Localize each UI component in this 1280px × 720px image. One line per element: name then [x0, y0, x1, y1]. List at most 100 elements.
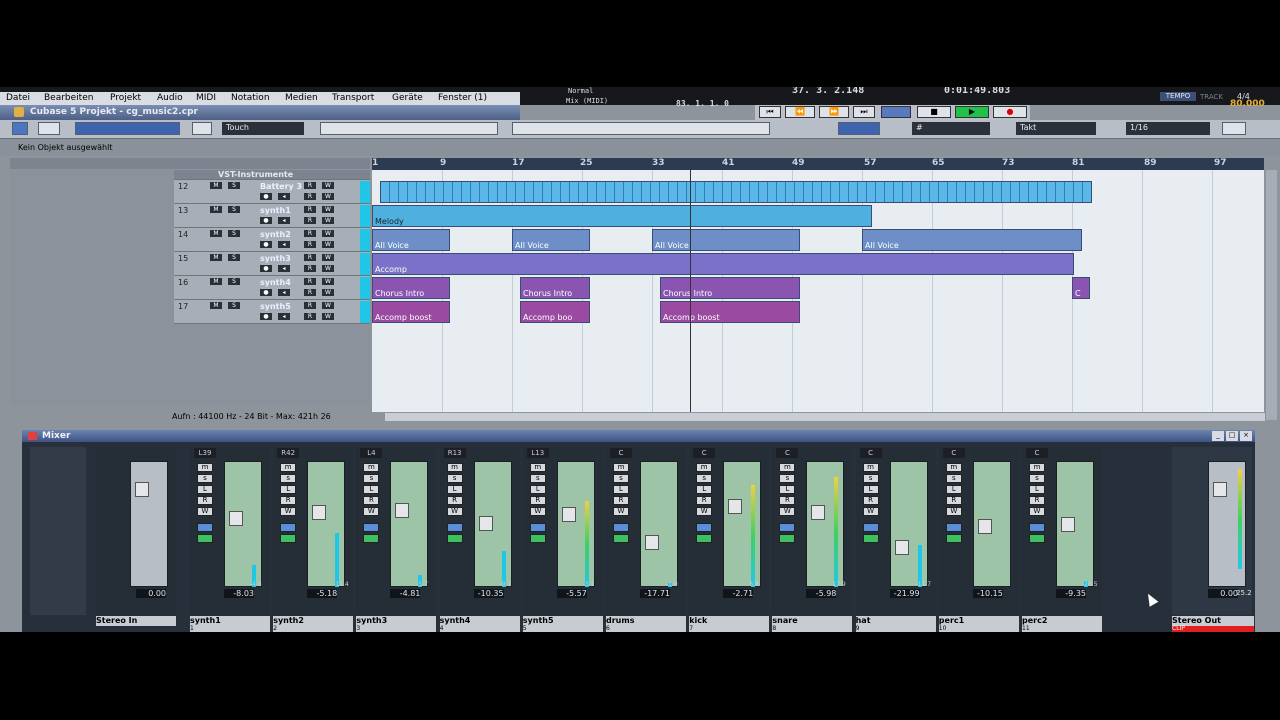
channel-button-r[interactable]: R: [197, 496, 213, 505]
input-fader[interactable]: [135, 482, 149, 497]
channel-button-l[interactable]: L: [280, 485, 297, 494]
track-button[interactable]: ●: [260, 241, 272, 248]
fader-track[interactable]: [390, 461, 429, 587]
track-button[interactable]: ●: [260, 313, 272, 320]
volume-value[interactable]: -10.35: [473, 589, 504, 598]
constrain-delay-button[interactable]: [38, 122, 60, 135]
grid-options-button[interactable]: [1222, 122, 1246, 135]
pan-readout[interactable]: R42: [277, 448, 300, 458]
input-fader-track[interactable]: [130, 461, 168, 587]
track-button[interactable]: R: [304, 206, 316, 213]
channel-button-l[interactable]: L: [363, 485, 380, 494]
menu-midi[interactable]: MIDI: [196, 93, 216, 103]
volume-value[interactable]: -2.71: [723, 589, 754, 598]
all-voice-part[interactable]: All Voice: [512, 229, 590, 251]
pan-readout[interactable]: L13: [526, 448, 549, 458]
channel-button-w[interactable]: W: [529, 507, 546, 516]
channel-button-r[interactable]: R: [613, 496, 629, 505]
fader-track[interactable]: [556, 461, 595, 587]
channel-button-m[interactable]: m: [862, 463, 879, 472]
fader-track[interactable]: [307, 461, 346, 587]
mix-mode[interactable]: Mix (MIDI): [566, 97, 608, 105]
volume-fader[interactable]: [478, 516, 493, 531]
menu-notation[interactable]: Notation: [231, 93, 270, 103]
record-button[interactable]: ●: [993, 106, 1027, 118]
channel-button-m[interactable]: m: [197, 463, 213, 472]
send-button[interactable]: [862, 534, 879, 543]
channel-button-s[interactable]: s: [529, 474, 546, 483]
track-button[interactable]: S: [228, 206, 240, 213]
volume-fader[interactable]: [561, 507, 576, 522]
accomp-boost-part[interactable]: Accomp boost: [660, 301, 800, 323]
fader-track[interactable]: [224, 461, 262, 587]
tempo-button[interactable]: TEMPO: [1160, 92, 1196, 101]
channel-name[interactable]: synth3: [356, 616, 437, 626]
channel-name[interactable]: snare: [772, 616, 853, 626]
track-button[interactable]: W: [322, 278, 334, 285]
track-row[interactable]: 13 synth1 M S ● ◂ R W R W: [174, 204, 370, 228]
channel-button-l[interactable]: L: [1029, 485, 1045, 494]
snap-type-select[interactable]: Takt: [1016, 122, 1096, 135]
maximize-icon[interactable]: □: [1226, 431, 1238, 441]
channel-button-r[interactable]: R: [945, 496, 962, 505]
channel-button-w[interactable]: W: [613, 507, 629, 516]
volume-fader[interactable]: [229, 511, 243, 526]
track-button[interactable]: R: [304, 182, 316, 189]
insert-button[interactable]: [446, 523, 463, 532]
channel-button-m[interactable]: m: [696, 463, 713, 472]
track-button[interactable]: S: [228, 302, 240, 309]
stop-button[interactable]: ■: [917, 106, 951, 118]
channel-button-m[interactable]: m: [529, 463, 546, 472]
track-button[interactable]: S: [228, 182, 240, 189]
send-button[interactable]: [529, 534, 546, 543]
track-button[interactable]: W: [322, 206, 334, 213]
channel-name[interactable]: perc2: [1022, 616, 1102, 626]
accomp-boost-part[interactable]: Accomp boost: [372, 301, 450, 323]
send-button[interactable]: [280, 534, 297, 543]
volume-fader[interactable]: [977, 519, 992, 534]
volume-value[interactable]: -10.15: [972, 589, 1003, 598]
channel-button-m[interactable]: m: [446, 463, 463, 472]
track-row[interactable]: 17 synth5 M S ● ◂ R W R W: [174, 300, 370, 324]
channel-button-w[interactable]: W: [446, 507, 463, 516]
channel-button-s[interactable]: s: [613, 474, 629, 483]
fader-track[interactable]: [1056, 461, 1094, 587]
track-button[interactable]: ●: [260, 217, 272, 224]
channel-button-m[interactable]: m: [1029, 463, 1045, 472]
channel-button-s[interactable]: s: [1029, 474, 1045, 483]
insert-button[interactable]: [280, 523, 297, 532]
track-button[interactable]: ◂: [278, 289, 290, 296]
channel-name[interactable]: perc1: [938, 616, 1019, 626]
channel-button-s[interactable]: s: [862, 474, 879, 483]
drum-part[interactable]: [380, 181, 1092, 203]
channel-button-s[interactable]: s: [363, 474, 380, 483]
volume-value[interactable]: -21.99: [889, 589, 920, 598]
channel-button-w[interactable]: W: [779, 507, 796, 516]
menu-bearbeiten[interactable]: Bearbeiten: [44, 93, 93, 103]
channel-name[interactable]: synth4: [439, 616, 520, 626]
channel-button-w[interactable]: W: [696, 507, 713, 516]
channel-button-r[interactable]: R: [1029, 496, 1045, 505]
send-button[interactable]: [363, 534, 380, 543]
send-button[interactable]: [1029, 534, 1045, 543]
fader-track[interactable]: [473, 461, 512, 587]
track-button[interactable]: ◂: [278, 265, 290, 272]
track-button[interactable]: W: [322, 289, 334, 296]
pan-readout[interactable]: R13: [443, 448, 466, 458]
minimize-icon[interactable]: _: [1212, 431, 1224, 441]
track-button[interactable]: ◂: [278, 313, 290, 320]
channel-name[interactable]: hat: [855, 616, 936, 626]
channel-button-l[interactable]: L: [197, 485, 213, 494]
track-row[interactable]: 12 Battery 3 06 M S ● ◂ R W R W: [174, 180, 370, 204]
mini-transport[interactable]: [320, 122, 498, 135]
volume-value[interactable]: -4.81: [390, 589, 421, 598]
track-button[interactable]: S: [228, 230, 240, 237]
volume-value[interactable]: -5.18: [307, 589, 338, 598]
channel-button-w[interactable]: W: [862, 507, 879, 516]
send-button[interactable]: [945, 534, 962, 543]
track-button[interactable]: W: [322, 313, 334, 320]
send-button[interactable]: [779, 534, 796, 543]
pan-readout[interactable]: C: [942, 448, 965, 458]
channel-button-w[interactable]: W: [197, 507, 213, 516]
channel-button-s[interactable]: s: [945, 474, 962, 483]
